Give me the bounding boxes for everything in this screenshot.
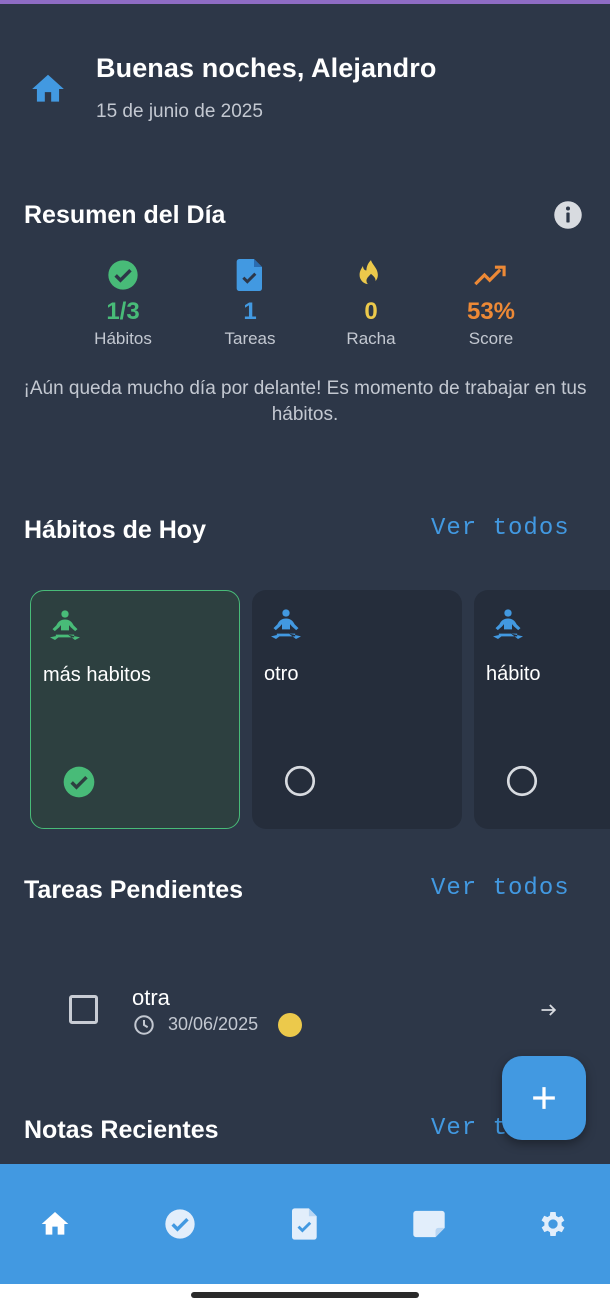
top-accent-bar	[0, 0, 610, 4]
greeting-title: Buenas noches, Alejandro	[96, 53, 437, 83]
stat-score-value: 53%	[466, 298, 516, 325]
task-document-icon	[185, 258, 315, 292]
meditation-icon	[488, 606, 528, 646]
stat-score: 53% Score	[426, 258, 556, 349]
app-screen: Buenas noches, Alejandro 15 de junio de …	[0, 0, 610, 1284]
current-date: 15 de junio de 2025	[96, 101, 263, 122]
habit-card[interactable]: más habitos	[30, 590, 240, 829]
clock-icon	[133, 1014, 155, 1036]
habit-completed-icon[interactable]	[63, 766, 95, 798]
nav-home-icon[interactable]	[38, 1207, 72, 1241]
fire-icon	[306, 258, 436, 292]
habit-name: otro	[264, 663, 299, 685]
arrow-right-icon[interactable]	[539, 1000, 559, 1020]
stat-streak: 0 Racha	[306, 258, 436, 349]
home-icon	[26, 70, 70, 108]
stat-habits-value: 1/3	[106, 298, 140, 325]
meditation-icon	[266, 606, 306, 646]
tasks-see-all-link[interactable]: Ver todos	[431, 875, 570, 902]
check-circle-icon	[58, 258, 188, 292]
habit-card[interactable]: otro	[252, 590, 462, 829]
nav-settings-icon[interactable]	[536, 1207, 570, 1241]
habit-name: más habitos	[43, 664, 151, 686]
habit-card[interactable]: hábito	[474, 590, 610, 829]
stat-tasks-value: 1	[243, 298, 257, 325]
plus-icon	[533, 1087, 555, 1109]
task-due-date: 30/06/2025	[168, 1014, 259, 1034]
stat-habits: 1/3 Hábitos	[58, 258, 188, 349]
nav-habits-icon[interactable]	[163, 1207, 197, 1241]
habit-incomplete-icon[interactable]	[284, 765, 316, 797]
stat-score-label: Score	[468, 329, 514, 348]
habits-title: Hábitos de Hoy	[24, 516, 206, 544]
stat-habits-label: Hábitos	[94, 329, 152, 348]
summary-title: Resumen del Día	[24, 201, 226, 229]
bottom-navigation	[0, 1164, 610, 1284]
stat-streak-value: 0	[364, 298, 378, 325]
info-icon[interactable]	[553, 200, 583, 230]
habits-see-all-link[interactable]: Ver todos	[431, 515, 570, 542]
stat-streak-label: Racha	[346, 329, 396, 348]
trending-up-icon	[426, 258, 556, 292]
tasks-title: Tareas Pendientes	[24, 876, 244, 904]
notes-title: Notas Recientes	[24, 1116, 219, 1144]
stat-tasks-label: Tareas	[224, 329, 276, 348]
home-indicator[interactable]	[191, 1292, 419, 1298]
task-title: otra	[132, 985, 170, 1010]
stat-tasks: 1 Tareas	[185, 258, 315, 349]
nav-notes-icon[interactable]	[412, 1207, 446, 1241]
motivation-message: ¡Aún queda mucho día por delante! Es mom…	[23, 378, 587, 425]
meditation-icon	[45, 607, 85, 647]
habit-incomplete-icon[interactable]	[506, 765, 538, 797]
task-checkbox[interactable]	[69, 995, 98, 1024]
add-button[interactable]	[502, 1056, 586, 1140]
nav-tasks-icon[interactable]	[288, 1207, 322, 1241]
habit-name: hábito	[486, 663, 541, 685]
priority-indicator	[278, 1013, 302, 1037]
